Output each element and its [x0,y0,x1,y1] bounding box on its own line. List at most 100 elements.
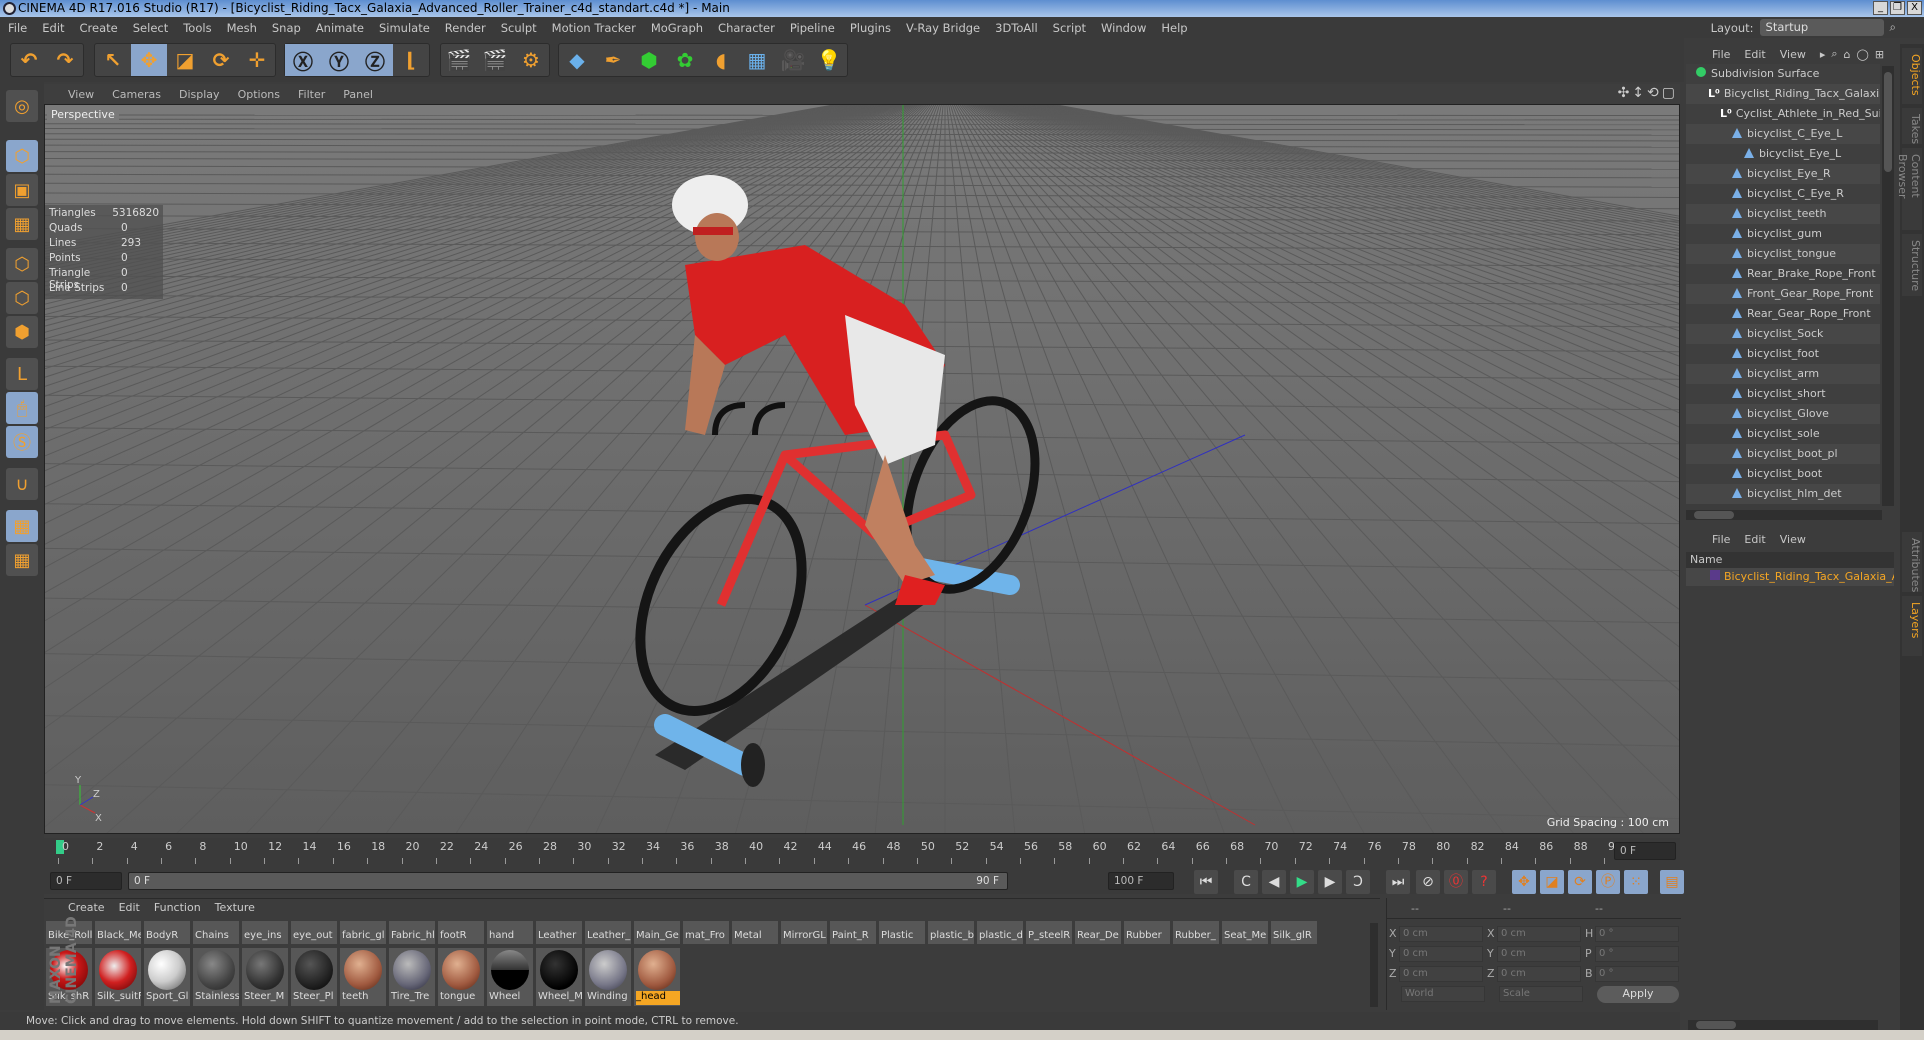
menu-select[interactable]: Select [133,21,168,35]
material-swatch[interactable]: P_steelR [1026,921,1072,944]
scale-icon[interactable]: ◪ [167,44,203,76]
prev-frame-icon[interactable]: ◀ [1262,870,1286,894]
coord-mode-dropdown[interactable]: Scale [1499,986,1583,1002]
end-frame-field[interactable]: 100 F [1108,872,1174,890]
material-swatch[interactable]: eye_out [291,921,337,944]
coord-field[interactable]: 0 cm [1399,946,1483,962]
object-tree-item[interactable]: bicyclist_short [1686,384,1880,404]
light-icon[interactable]: 💡 [811,44,847,76]
redo-icon[interactable]: ↷ [47,44,83,76]
cloner-icon[interactable]: ✿ [667,44,703,76]
edges-mode-icon[interactable]: ⬡ [6,282,38,314]
menu-motion-tracker[interactable]: Motion Tracker [552,21,636,35]
material-swatch[interactable]: Wheel [487,948,533,1006]
material-swatch[interactable]: Winding [585,948,631,1006]
menu-tools[interactable]: Tools [183,21,211,35]
autokey-icon[interactable]: ? [1472,870,1496,894]
floor-icon[interactable]: ▦ [739,44,775,76]
tab-content-browser[interactable]: Content Browser [1896,148,1922,230]
material-swatch[interactable]: Black_Me [95,921,141,944]
object-tree-item[interactable]: Subdivision Surface [1686,64,1880,84]
object-tree-item[interactable]: L⁰Cyclist_Athlete_in_Red_Suit_and_Helmet [1686,104,1880,124]
material-menu-edit[interactable]: Edit [119,901,140,914]
material-swatch[interactable]: eye_ins [242,921,288,944]
go-to-start-icon[interactable]: ⏮ [1194,870,1218,894]
tab-objects[interactable]: Objects [1902,48,1922,104]
polygons-mode-icon[interactable]: ⬢ [6,316,38,348]
material-swatch[interactable]: BodyR [144,921,190,944]
expand-icon[interactable]: ▸ [1820,48,1826,61]
z-axis-icon[interactable]: Ⓩ [357,44,393,76]
undo-icon[interactable]: ↶ [11,44,47,76]
object-tree-item[interactable]: bicyclist_foot [1686,344,1880,364]
cube-icon[interactable]: ◆ [559,44,595,76]
menu-character[interactable]: Character [718,21,775,35]
layer-menu-edit[interactable]: Edit [1744,533,1765,546]
material-swatch[interactable]: Fabric_hl [389,921,435,944]
key-scale-icon[interactable]: ◪ [1540,870,1564,894]
menu-snap[interactable]: Snap [272,21,301,35]
next-key-icon[interactable]: Ↄ [1346,870,1370,894]
object-list-vscrollbar[interactable] [1882,66,1894,506]
menu-edit[interactable]: Edit [42,21,64,35]
coord-field[interactable]: 0 cm [1497,926,1581,942]
material-swatch[interactable]: Rear_De [1075,921,1121,944]
menu-create[interactable]: Create [80,21,118,35]
viewport-nav-icons[interactable]: ✣↕⟲▢ [1618,85,1678,101]
menu-mograph[interactable]: MoGraph [651,21,703,35]
material-swatch[interactable]: Silk_glR [1271,921,1317,944]
play-icon[interactable]: ▶ [1290,870,1314,894]
new-view-icon[interactable]: ⊞ [1875,48,1884,61]
pen-spline-icon[interactable]: ✒ [595,44,631,76]
search-icon[interactable]: ⌕ [1890,20,1896,35]
material-swatch[interactable]: Leather [536,921,582,944]
layer-menu-view[interactable]: View [1780,533,1806,546]
material-swatch[interactable]: MirrorGL [781,921,827,944]
object-tree-item[interactable]: bicyclist_arm [1686,364,1880,384]
layer-menu-file[interactable]: File [1712,533,1730,546]
layer-item[interactable]: Bicyclist_Riding_Tacx_Galaxia_Advanced_R… [1686,568,1894,586]
material-swatch[interactable]: Plastic [879,921,925,944]
material-swatch[interactable]: Metal [732,921,778,944]
object-menu-edit[interactable]: Edit [1744,48,1765,61]
tab-attributes[interactable]: Attributes [1902,532,1922,592]
viewport-menu-view[interactable]: View [68,88,94,101]
viewport-perspective[interactable]: YXZ Perspective Triangles 5316820 Quads 0 Li… [44,104,1680,834]
coord-field[interactable]: 0 cm [1497,946,1581,962]
menu-animate[interactable]: Animate [316,21,364,35]
menu-pipeline[interactable]: Pipeline [790,21,835,35]
object-tree-item[interactable]: bicyclist_hlm_det [1686,484,1880,504]
object-tree-item[interactable]: bicyclist_Eye_L [1686,144,1880,164]
3d-scene[interactable]: Y X Z [45,105,1680,834]
object-tree-item[interactable]: Rear_Gear_Rope_Front [1686,304,1880,324]
coord-system-dropdown[interactable]: World [1401,986,1485,1002]
material-swatch[interactable]: footR [438,921,484,944]
menu-3dtoall[interactable]: 3DToAll [995,21,1038,35]
x-axis-icon[interactable]: Ⓧ [285,44,321,76]
coord-field[interactable]: 0 cm [1497,966,1581,982]
material-swatch[interactable]: hand [487,921,533,944]
select-arrow-icon[interactable]: ↖ [95,44,131,76]
object-tree-item[interactable]: bicyclist_C_Eye_L [1686,124,1880,144]
deformer-icon[interactable]: ◖ [703,44,739,76]
planar-workplane-icon[interactable]: ▦ [6,544,38,576]
object-tree-item[interactable]: L⁰Bicyclist_Riding_Tacx_Galaxia_Advanced… [1686,84,1880,104]
world-coordinates-icon[interactable]: ⌊ [393,44,429,76]
view-navigation-icon[interactable]: ◎ [6,90,38,122]
material-menu-texture[interactable]: Texture [215,901,255,914]
viewport-menu-panel[interactable]: Panel [343,88,373,101]
texture-mode-icon[interactable]: ▣ [6,174,38,206]
material-swatch[interactable]: Stainless [193,948,239,1006]
subdivision-icon[interactable]: ⬢ [631,44,667,76]
object-tree-item[interactable]: bicyclist_teeth [1686,204,1880,224]
tab-takes[interactable]: Takes [1902,108,1922,144]
camera-icon[interactable]: 🎥 [775,44,811,76]
apply-button[interactable]: Apply [1597,986,1679,1003]
key-pla-icon[interactable]: ⁙ [1624,870,1648,894]
timeline-ruler[interactable]: 0 2 4 6 8 10 12 14 16 18 20 22 24 26 28 30 32 34 36 38 40 42 4… [44,838,1680,868]
menu-v-ray-bridge[interactable]: V-Ray Bridge [906,21,980,35]
menu-render[interactable]: Render [445,21,486,35]
material-swatch[interactable]: Paint_R [830,921,876,944]
start-frame-field[interactable]: 0 F [50,872,122,890]
record-icon[interactable]: ⓪ [1444,870,1468,894]
